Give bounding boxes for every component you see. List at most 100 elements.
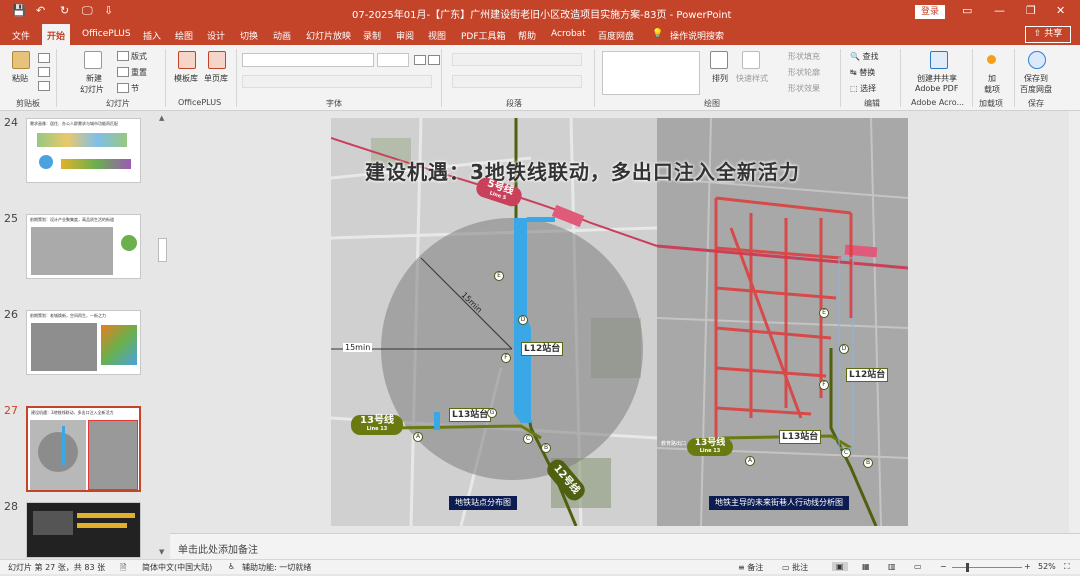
slide-thumbnail[interactable]: 前期策划：老城焕新，空间再生，一街之力 [26, 310, 141, 375]
minimize-button[interactable]: — [994, 4, 1005, 17]
tab-acrobat[interactable]: Acrobat [551, 29, 586, 39]
login-button[interactable]: 登录 [915, 5, 945, 19]
create-pdf-button2[interactable]: Adobe PDF [915, 84, 958, 93]
paste-icon[interactable] [12, 51, 30, 69]
slide-canvas[interactable]: 建设机遇：3地铁线联动，多出口注入全新活力 5号线 Line 5 15min 1… [331, 118, 908, 526]
cut-icon[interactable] [38, 53, 50, 63]
create-pdf-icon[interactable] [930, 51, 948, 69]
create-pdf-button[interactable]: 创建并共享 [917, 73, 957, 84]
tab-review[interactable]: 审阅 [396, 29, 414, 42]
notes-pane[interactable]: 单击此处添加备注 [170, 533, 1080, 559]
reading-view-icon[interactable]: ▥ [888, 562, 896, 571]
save-icon[interactable]: 💾 [12, 4, 26, 17]
slide-thumbnail-selected[interactable]: 建设机遇：3地铁线联动，多出口注入全新活力 [26, 406, 141, 492]
paste-label[interactable]: 粘贴 [12, 73, 28, 84]
tab-slideshow[interactable]: 幻灯片放映 [306, 29, 351, 42]
layout-button[interactable]: 版式 [131, 51, 147, 62]
zoom-out-icon[interactable]: − [940, 562, 947, 571]
tab-record[interactable]: 录制 [363, 29, 381, 42]
notes-status-button[interactable]: ≡ 备注 [738, 562, 763, 573]
layout-icon[interactable] [117, 51, 129, 61]
add-ins-button2[interactable]: 载项 [984, 84, 1000, 95]
reset-button[interactable]: 重置 [131, 67, 147, 78]
slide-thumbnail[interactable]: 前期策划：设计产业聚集度，高品质生活的街道 [26, 214, 141, 279]
section-icon[interactable] [117, 83, 129, 93]
increase-font-icon[interactable] [414, 55, 426, 65]
add-ins-button[interactable]: 加 [988, 73, 996, 84]
single-page-library-icon[interactable] [208, 51, 226, 69]
slideshow-icon[interactable]: ▭ [914, 562, 922, 571]
shape-effects-button[interactable]: 形状效果 [788, 83, 820, 94]
tab-help[interactable]: 帮助 [518, 29, 536, 42]
save-to-button[interactable]: 保存到 [1024, 73, 1048, 84]
tab-transitions[interactable]: 切换 [240, 29, 258, 42]
arrange-icon[interactable] [710, 51, 728, 69]
template-library-icon[interactable] [178, 51, 196, 69]
tab-design[interactable]: 设计 [207, 29, 225, 42]
slide-sorter-icon[interactable]: ▦ [862, 562, 870, 571]
tab-draw[interactable]: 绘图 [175, 29, 193, 42]
tab-view[interactable]: 视图 [428, 29, 446, 42]
share-button[interactable]: ⇧ 共享 [1025, 26, 1071, 43]
zoom-level[interactable]: 52% [1038, 562, 1056, 571]
find-button[interactable]: 🔍 查找 [850, 51, 879, 62]
slide-thumbnail[interactable]: 需求画像：居住、办公人群需求与城市功能再匹配 [26, 118, 141, 183]
arrange-button[interactable]: 排列 [712, 73, 728, 84]
save-to-button2[interactable]: 百度网盘 [1020, 84, 1052, 95]
single-page-library-button[interactable]: 单页库 [204, 73, 228, 84]
quick-styles-icon[interactable] [742, 51, 760, 69]
decrease-font-icon[interactable] [428, 55, 440, 65]
new-slide-icon[interactable] [84, 51, 102, 69]
template-library-button[interactable]: 模板库 [174, 73, 198, 84]
fit-slide-icon[interactable]: ⛶ [1064, 562, 1070, 572]
undo-icon[interactable]: ↶ [36, 4, 45, 17]
shape-fill-button[interactable]: 形状填充 [788, 51, 820, 62]
tab-baidu[interactable]: 百度网盘 [598, 29, 634, 42]
list-buttons[interactable] [452, 53, 582, 66]
customize-qa-icon[interactable]: ⇩ [104, 4, 113, 17]
scroll-up-icon[interactable]: ▲ [159, 114, 164, 122]
normal-view-icon[interactable]: ▣ [832, 562, 848, 571]
zoom-in-icon[interactable]: + [1024, 562, 1031, 571]
comments-status-button[interactable]: ▭ 批注 [782, 562, 808, 573]
accessibility-icon[interactable]: ♿ [228, 562, 235, 571]
select-button[interactable]: ⬚ 选择 [850, 83, 876, 94]
ribbon-display-icon[interactable]: ▭ [962, 4, 972, 17]
slide-thumbnail[interactable] [26, 502, 141, 558]
reset-icon[interactable] [117, 67, 129, 77]
new-slide-label2[interactable]: 幻灯片 [80, 84, 104, 95]
add-ins-icon[interactable] [987, 55, 996, 64]
restore-button[interactable]: ❐ [1026, 4, 1036, 17]
scroll-down-icon[interactable]: ▼ [159, 548, 164, 556]
notes-placeholder[interactable]: 单击此处添加备注 [178, 541, 258, 556]
format-painter-icon[interactable] [38, 81, 50, 91]
baidu-cloud-icon[interactable] [1028, 51, 1046, 69]
language-status[interactable]: 简体中文(中国大陆) [142, 562, 212, 573]
shape-outline-button[interactable]: 形状轮廓 [788, 67, 820, 78]
close-button[interactable]: ✕ [1056, 4, 1065, 17]
replace-button[interactable]: ↹ 替换 [850, 67, 875, 78]
redo-icon[interactable]: ↻ [60, 4, 69, 17]
font-format-buttons[interactable] [242, 75, 432, 88]
editor-scrollbar[interactable] [1069, 111, 1080, 533]
tab-pdf-toolbox[interactable]: PDF工具箱 [461, 29, 506, 42]
present-icon[interactable]: 🖵 [82, 4, 93, 18]
quick-styles-button[interactable]: 快速样式 [736, 73, 768, 84]
new-slide-label[interactable]: 新建 [86, 73, 102, 84]
font-name-input[interactable] [242, 53, 374, 67]
tab-home[interactable]: 开始 [42, 24, 71, 45]
tab-animations[interactable]: 动画 [273, 29, 291, 42]
font-size-input[interactable] [377, 53, 409, 67]
zoom-slider-thumb[interactable] [966, 563, 969, 572]
accessibility-status[interactable]: 辅助功能: 一切就绪 [242, 562, 311, 573]
section-button[interactable]: 节 [131, 83, 139, 94]
thumbnail-scrollbar-thumb[interactable] [158, 238, 167, 262]
tell-me-search[interactable]: 操作说明搜索 [670, 29, 724, 42]
alignment-buttons[interactable] [452, 75, 582, 88]
zoom-slider[interactable] [952, 567, 1022, 568]
tab-officeplus[interactable]: OfficePLUS [82, 29, 131, 39]
copy-icon[interactable] [38, 67, 50, 77]
shapes-gallery[interactable] [602, 51, 700, 95]
tab-file[interactable]: 文件 [12, 29, 30, 42]
tab-insert[interactable]: 插入 [143, 29, 161, 42]
